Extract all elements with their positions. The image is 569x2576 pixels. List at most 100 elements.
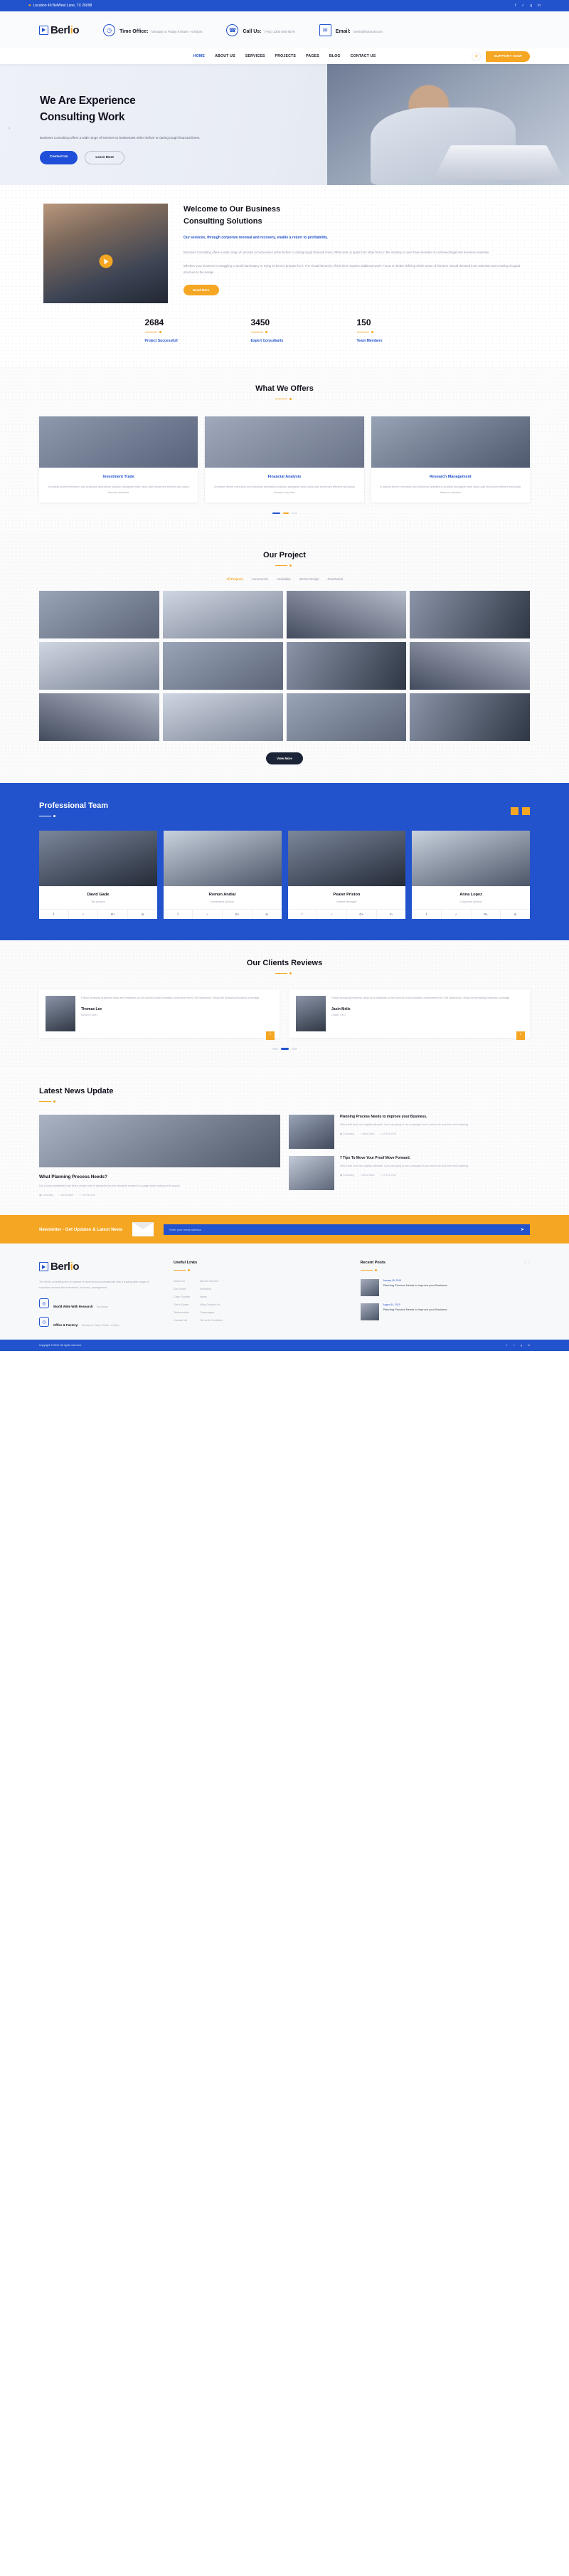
footer-link[interactable]: Investors [200,1287,223,1290]
nav-item-services[interactable]: SERVICES [245,54,265,58]
read-more-button[interactable]: Read More [184,284,219,295]
offer-card[interactable]: Financial Analysis A market-driven execu… [205,416,364,503]
filter-all-projects[interactable]: All Projects [226,577,243,581]
project-tile[interactable] [162,642,283,690]
project-tile[interactable] [286,591,407,639]
footer-link[interactable]: Why Choose Us [200,1303,223,1306]
facebook-icon[interactable]: f [515,4,516,8]
team-member-card[interactable]: Peater Priston Market Manager f ✓ G+ in [287,831,406,920]
footer-post-item[interactable]: August 14, 2019 Planning Process Needs t… [360,1303,531,1321]
team-next-arrow[interactable] [522,807,530,816]
footer-link[interactable]: Case Studies [174,1295,190,1298]
posts-prev-arrow[interactable]: ‹ [525,1261,526,1265]
footer-social-links[interactable]: f ✓ g in [506,1344,530,1347]
project-tile[interactable] [162,693,283,742]
project-tile[interactable] [286,693,407,742]
offer-card[interactable]: Investment Trade A market-driven executi… [39,416,198,503]
offers-carousel-dots[interactable] [39,512,530,515]
footer-link[interactable]: Get a Quote [174,1303,190,1306]
footer-link[interactable]: Our Team [174,1287,190,1290]
carousel-dot[interactable] [272,1048,278,1050]
footer-link[interactable]: About Us [174,1279,190,1283]
offer-card[interactable]: Research Management A market-driven exec… [371,416,530,503]
google-plus-icon[interactable]: G+ [472,910,501,920]
team-member-card[interactable]: Anna Lopez Corporate Advisor f ✓ G+ in [412,831,530,920]
news-list-item[interactable]: 7 Tips To Move Your Proof Move Forward. … [289,1155,530,1190]
footer-link[interactable]: News [200,1295,223,1298]
footer-link[interactable]: Contact Us [174,1318,190,1322]
news-featured[interactable]: What Planning Process Needs? It is a lon… [39,1114,280,1197]
twitter-icon[interactable]: ✓ [513,1344,515,1347]
project-tile[interactable] [410,642,530,690]
twitter-icon[interactable]: ✓ [317,910,347,920]
project-tile[interactable] [39,693,159,742]
footer-post-item[interactable]: January 05, 2019 Planning Process Needs … [360,1279,531,1297]
team-member-card[interactable]: David Gade Tax Advisor f ✓ G+ in [39,831,157,920]
site-logo[interactable]: Berlio [39,24,80,36]
twitter-icon[interactable]: ✓ [193,910,223,920]
google-plus-icon[interactable]: G+ [347,910,377,920]
google-icon[interactable]: g [521,1344,522,1347]
facebook-icon[interactable]: f [506,1344,507,1347]
project-tile[interactable] [410,693,530,742]
carousel-dot[interactable] [291,512,297,515]
carousel-dot[interactable] [282,512,289,515]
reviews-carousel-dots[interactable] [39,1048,530,1050]
filter-commercial[interactable]: Commercial [252,577,268,581]
nav-item-contact-us[interactable]: CONTACT US [351,54,376,58]
nav-item-blog[interactable]: BLOG [329,54,341,58]
footer-link[interactable]: Market Service [200,1279,223,1283]
top-social-links[interactable]: f ✓ g in [515,4,541,8]
twitter-icon[interactable]: ✓ [69,910,99,920]
footer-link[interactable]: Terms & Condition [200,1318,223,1322]
team-prev-arrow[interactable] [511,807,519,816]
linkedin-icon[interactable]: in [501,910,530,919]
project-tile[interactable] [162,591,283,639]
welcome-video-thumbnail[interactable] [43,204,168,303]
learn-more-button[interactable]: Learn More [85,151,125,165]
team-carousel-arrows[interactable] [511,807,530,816]
send-icon[interactable]: ➤ [521,1227,524,1232]
carousel-dot-active[interactable] [272,512,280,515]
filter-hospitality[interactable]: Hospitality [277,577,291,581]
nav-item-about-us[interactable]: ABOUT US [215,54,235,58]
footer-logo[interactable]: Berlio [39,1261,156,1273]
news-list-item[interactable]: Planning Process Needs to improve your B… [289,1114,530,1149]
nav-item-home[interactable]: HOME [193,54,205,58]
facebook-icon[interactable]: f [288,910,318,920]
facebook-icon[interactable]: f [39,910,69,920]
linkedin-icon[interactable]: in [538,4,541,8]
facebook-icon[interactable]: f [164,910,193,920]
support-now-button[interactable]: SUPPORT NOW [486,51,530,62]
posts-next-arrow[interactable]: › [528,1261,530,1265]
project-tile[interactable] [39,591,159,639]
carousel-dot-active[interactable] [280,1048,289,1050]
nav-item-pages[interactable]: PAGES [306,54,319,58]
google-icon[interactable]: g [530,4,532,8]
filter-interior-design[interactable]: Interior Design [299,577,319,581]
project-tile[interactable] [286,642,407,690]
footer-link[interactable]: Campaigns [200,1310,223,1314]
footer-link[interactable]: Testimonials [174,1310,190,1314]
linkedin-icon[interactable]: in [377,910,406,919]
contact-us-button[interactable]: Contact Us [40,151,78,165]
google-plus-icon[interactable]: G+ [98,910,129,920]
project-tile[interactable] [39,642,159,690]
newsletter-input-wrapper[interactable]: Enter your email address ➤ [164,1224,530,1235]
carousel-dot[interactable] [291,1048,297,1050]
twitter-icon[interactable]: ✓ [521,4,524,8]
twitter-icon[interactable]: ✓ [442,910,472,920]
newsletter-email-input[interactable]: Enter your email address [169,1228,201,1231]
linkedin-icon[interactable]: in [252,910,282,919]
play-icon[interactable] [99,254,112,268]
filter-residential[interactable]: Residential [328,577,343,581]
project-tile[interactable] [410,591,530,639]
team-member-card[interactable]: Remon Andial Investment Advisor f ✓ G+ i… [163,831,282,920]
facebook-icon[interactable]: f [412,910,442,920]
view-more-button[interactable]: View More [266,752,303,765]
google-plus-icon[interactable]: G+ [223,910,252,920]
search-icon[interactable]: ⚲ [472,51,482,61]
linkedin-icon[interactable]: in [128,910,157,919]
nav-item-projects[interactable]: PROJECTS [275,54,297,58]
linkedin-icon[interactable]: in [528,1344,530,1347]
